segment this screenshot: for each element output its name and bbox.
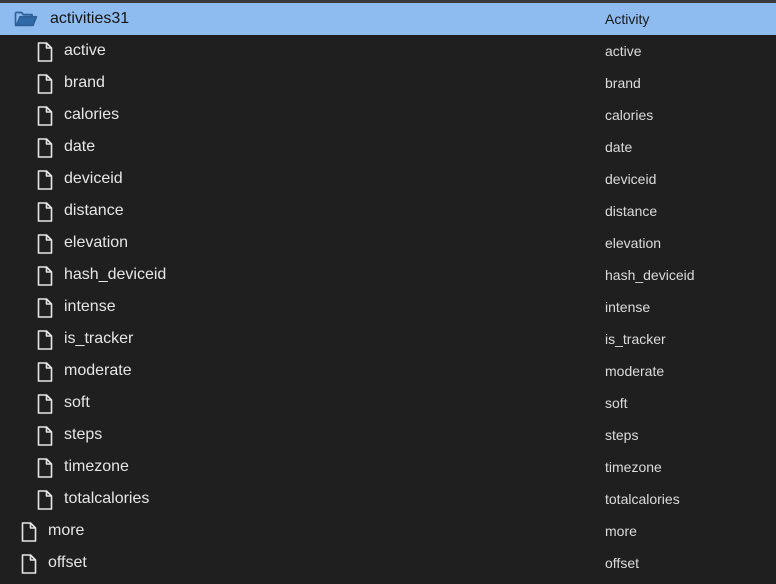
tree-row-type: moderate [605, 363, 665, 379]
tree-row-offset[interactable]: offset offset [0, 547, 776, 579]
tree-row-name: elevation [64, 234, 129, 251]
tree-row-name: calories [64, 106, 120, 123]
tree-row-hash-deviceid[interactable]: hash_deviceid hash_deviceid [0, 259, 776, 291]
tree-row-name: totalcalories [64, 490, 150, 507]
file-icon [37, 74, 53, 94]
tree-row-more[interactable]: more more [0, 515, 776, 547]
tree-row-distance[interactable]: distance distance [0, 195, 776, 227]
tree-row-name: steps [64, 426, 103, 443]
tree-row-steps[interactable]: steps steps [0, 419, 776, 451]
tree-row-type: active [605, 43, 642, 59]
tree-row-date[interactable]: date date [0, 131, 776, 163]
tree-row-name: offset [48, 554, 87, 571]
folder-open-icon [14, 11, 38, 27]
tree-row-deviceid[interactable]: deviceid deviceid [0, 163, 776, 195]
tree-row-type: soft [605, 395, 628, 411]
tree-row-type: offset [605, 555, 639, 571]
tree-row-type: intense [605, 299, 651, 315]
file-icon [37, 266, 53, 286]
tree-row-type: calories [605, 107, 654, 123]
tree-row-moderate[interactable]: moderate moderate [0, 355, 776, 387]
file-icon [21, 554, 37, 574]
tree-row-activities31[interactable]: activities31 Activity [0, 3, 776, 35]
tree-row-type: elevation [605, 235, 662, 251]
file-icon [37, 138, 53, 158]
file-icon [37, 330, 53, 350]
tree-row-type: more [605, 523, 637, 539]
tree-row-type: date [605, 139, 633, 155]
tree-row-name: deviceid [64, 170, 123, 187]
file-icon [37, 426, 53, 446]
tree-row-is-tracker[interactable]: is_tracker is_tracker [0, 323, 776, 355]
file-icon [37, 394, 53, 414]
tree-row-type: Activity [605, 11, 650, 27]
file-icon [37, 298, 53, 318]
tree-row-name: soft [64, 394, 90, 411]
file-icon [37, 202, 53, 222]
tree-row-type: brand [605, 75, 641, 91]
tree-row-type: deviceid [605, 171, 657, 187]
tree-row-active[interactable]: active active [0, 35, 776, 67]
tree-row-name: date [64, 138, 96, 155]
tree-row-calories[interactable]: calories calories [0, 99, 776, 131]
tree-row-timezone[interactable]: timezone timezone [0, 451, 776, 483]
tree-row-type: steps [605, 427, 639, 443]
tree-row-name: timezone [64, 458, 129, 475]
tree-row-soft[interactable]: soft soft [0, 387, 776, 419]
tree-row-name: hash_deviceid [64, 266, 167, 283]
tree-row-type: hash_deviceid [605, 267, 695, 283]
tree-row-brand[interactable]: brand brand [0, 67, 776, 99]
tree-row-name: intense [64, 298, 116, 315]
tree-row-name: more [48, 522, 85, 539]
tree-row-totalcalories[interactable]: totalcalories totalcalories [0, 483, 776, 515]
file-icon [37, 362, 53, 382]
file-icon [37, 106, 53, 126]
tree-row-type: distance [605, 203, 658, 219]
schema-tree: activities31 Activity active active bran… [0, 0, 776, 584]
file-icon [37, 458, 53, 478]
tree-row-type: totalcalories [605, 491, 680, 507]
tree-row-name: distance [64, 202, 124, 219]
file-icon [37, 234, 53, 254]
tree-row-name: is_tracker [64, 330, 134, 347]
tree-row-name: active [64, 42, 106, 59]
tree-row-type: is_tracker [605, 331, 666, 347]
tree-row-intense[interactable]: intense intense [0, 291, 776, 323]
tree-row-elevation[interactable]: elevation elevation [0, 227, 776, 259]
file-icon [37, 170, 53, 190]
file-icon [37, 42, 53, 62]
file-icon [37, 490, 53, 510]
tree-row-name: activities31 [50, 10, 130, 27]
tree-row-type: timezone [605, 459, 662, 475]
tree-row-name: brand [64, 74, 105, 91]
file-icon [21, 522, 37, 542]
tree-row-name: moderate [64, 362, 132, 379]
